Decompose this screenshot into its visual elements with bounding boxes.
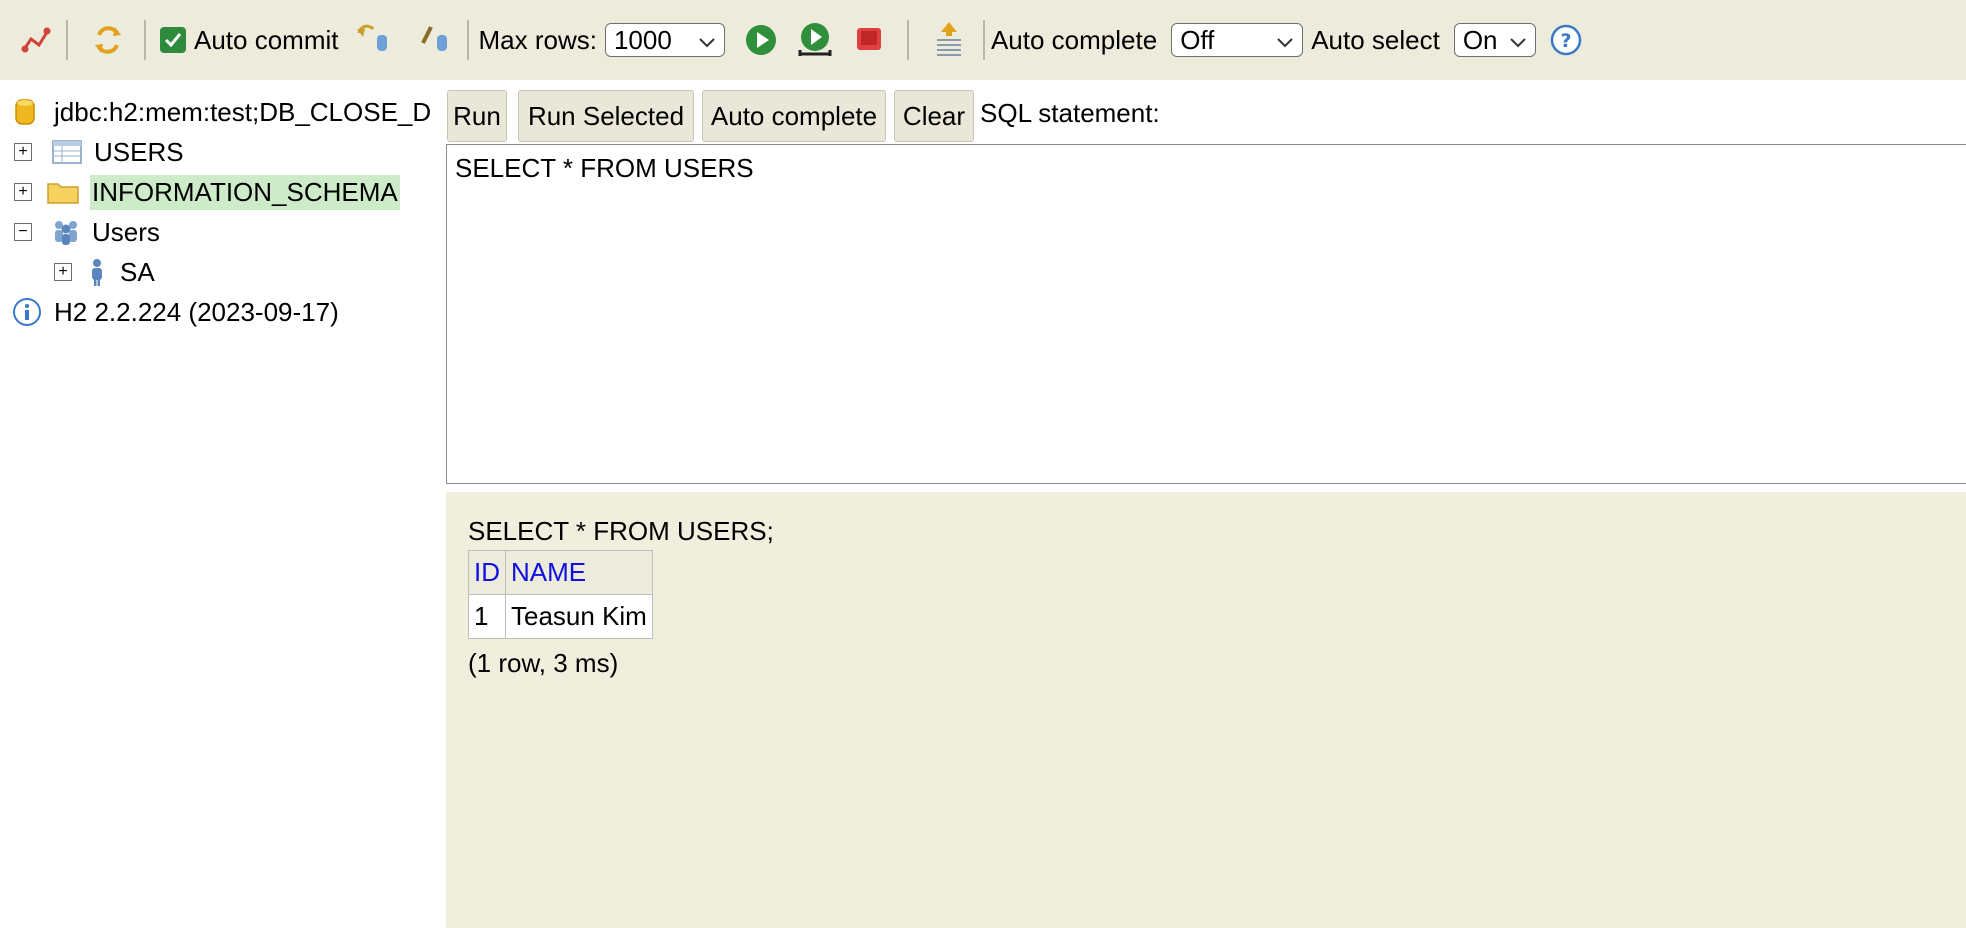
auto-complete-button[interactable]: Auto complete xyxy=(702,90,886,142)
sql-editor[interactable]: SELECT * FROM USERS xyxy=(446,144,1966,484)
svg-text:?: ? xyxy=(1560,30,1571,52)
refresh-icon[interactable] xyxy=(88,20,128,60)
disconnect-icon[interactable] xyxy=(16,20,56,60)
tree-connection[interactable]: jdbc:h2:mem:test;DB_CLOSE_D xyxy=(14,95,431,129)
run-selected-button[interactable]: Run Selected xyxy=(518,90,694,142)
tree-item-users-group[interactable]: − Users xyxy=(14,215,160,249)
chevron-down-icon xyxy=(1276,25,1294,56)
users-icon xyxy=(50,218,82,246)
result-table: ID NAME 1 Teasun Kim xyxy=(468,550,653,639)
stop-icon[interactable] xyxy=(849,20,889,60)
run-icon[interactable] xyxy=(741,20,781,60)
toolbar-separator xyxy=(906,20,909,60)
toolbar: Auto commit Max rows: 1000 Auto complete… xyxy=(0,0,1966,80)
chevron-down-icon xyxy=(698,25,716,56)
rollback-icon[interactable] xyxy=(353,20,393,60)
table-row: 1 Teasun Kim xyxy=(468,594,653,639)
tree-item-users-table[interactable]: + USERS xyxy=(14,135,184,169)
result-statement: SELECT * FROM USERS; xyxy=(468,516,774,546)
version-text: H2 2.2.224 (2023-09-17) xyxy=(54,296,339,327)
user-icon xyxy=(88,257,106,287)
auto-commit-label: Auto commit xyxy=(194,24,339,55)
max-rows-label: Max rows: xyxy=(478,24,597,55)
toolbar-separator xyxy=(466,20,469,60)
max-rows-select[interactable]: 1000 xyxy=(604,23,725,57)
commit-icon[interactable] xyxy=(415,20,455,60)
tree-item-sa[interactable]: + SA xyxy=(54,255,155,289)
table-cell: Teasun Kim xyxy=(505,594,653,639)
auto-commit-checkbox[interactable] xyxy=(160,27,186,53)
auto-complete-label: Auto complete xyxy=(990,24,1158,55)
max-rows-value: 1000 xyxy=(613,24,672,55)
expand-icon[interactable]: + xyxy=(14,183,32,201)
tree-version: H2 2.2.224 (2023-09-17) xyxy=(12,295,339,329)
chevron-down-icon xyxy=(1509,25,1527,56)
auto-select-value: On xyxy=(1462,24,1498,55)
sql-editor-text: SELECT * FROM USERS xyxy=(455,153,754,183)
table-header-row: ID NAME xyxy=(468,550,653,595)
collapse-icon[interactable]: − xyxy=(14,223,32,241)
tree-item-label: SA xyxy=(120,256,155,287)
folder-icon xyxy=(46,179,80,205)
database-icon xyxy=(14,97,42,127)
tree-item-label: Users xyxy=(92,216,160,247)
toolbar-separator xyxy=(66,20,68,60)
sql-statement-label: SQL statement: xyxy=(980,98,1160,128)
auto-select-select[interactable]: On xyxy=(1453,23,1536,57)
clear-button[interactable]: Clear xyxy=(894,90,974,142)
table-cell: 1 xyxy=(468,594,506,639)
table-icon xyxy=(52,140,82,164)
tree-item-label: USERS xyxy=(94,136,184,167)
auto-complete-value: Off xyxy=(1180,24,1215,55)
info-icon xyxy=(12,297,42,327)
expand-icon[interactable]: + xyxy=(14,143,32,161)
auto-select-label: Auto select xyxy=(1311,24,1440,55)
run-selected-icon[interactable] xyxy=(795,20,835,60)
help-icon[interactable]: ? xyxy=(1546,20,1586,60)
expand-icon[interactable]: + xyxy=(54,263,72,281)
column-header-id[interactable]: ID xyxy=(468,550,506,595)
auto-complete-select[interactable]: Off xyxy=(1171,23,1304,57)
history-icon[interactable] xyxy=(929,20,969,60)
toolbar-separator xyxy=(982,20,985,60)
result-info: (1 row, 3 ms) xyxy=(468,648,619,678)
object-tree: jdbc:h2:mem:test;DB_CLOSE_D + USERS + IN… xyxy=(0,80,445,928)
run-button[interactable]: Run xyxy=(447,90,507,142)
results-panel: SELECT * FROM USERS; ID NAME 1 Teasun Ki… xyxy=(446,492,1966,928)
column-header-name[interactable]: NAME xyxy=(505,550,653,595)
tree-item-label: INFORMATION_SCHEMA xyxy=(90,174,400,210)
connection-url: jdbc:h2:mem:test;DB_CLOSE_D xyxy=(54,96,432,127)
toolbar-separator xyxy=(144,20,146,60)
tree-item-information-schema[interactable]: + INFORMATION_SCHEMA xyxy=(14,174,400,210)
